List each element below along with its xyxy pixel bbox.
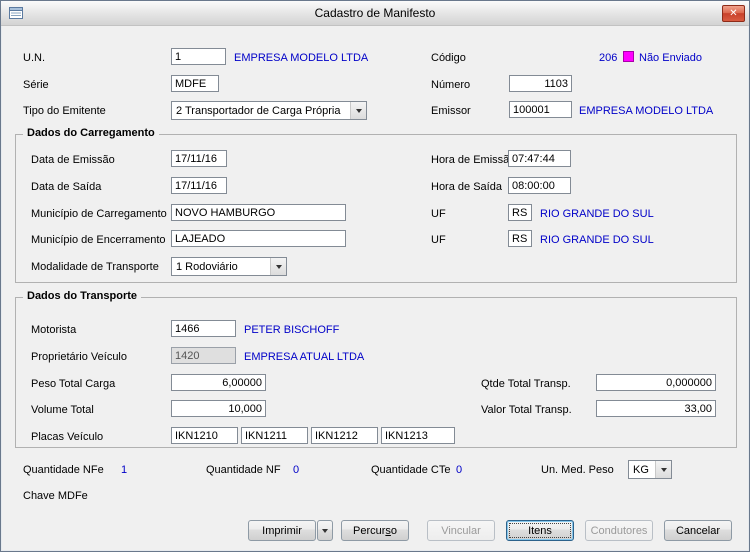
uf-encerramento-label: UF <box>431 234 446 246</box>
qtd-cte-value: 0 <box>456 464 462 476</box>
un-med-peso-label: Un. Med. Peso <box>541 464 614 476</box>
peso-total-input[interactable] <box>171 374 266 391</box>
title-bar[interactable]: Cadastro de Manifesto ✕ <box>1 1 749 26</box>
qtd-nfe-value: 1 <box>121 464 127 476</box>
placa-2-input[interactable] <box>241 427 308 444</box>
modalidade-select[interactable]: 1 Rodoviário <box>171 257 287 276</box>
percurso-button[interactable]: Percurso <box>341 520 409 541</box>
un-label: U.N. <box>23 52 45 64</box>
cancelar-button[interactable]: Cancelar <box>664 520 732 541</box>
un-input[interactable] <box>171 48 226 65</box>
placa-4-input[interactable] <box>381 427 455 444</box>
modalidade-label: Modalidade de Transporte <box>31 261 159 273</box>
chevron-down-icon <box>655 461 671 478</box>
qtd-cte-label: Quantidade CTe <box>371 464 451 476</box>
modalidade-value: 1 Rodoviário <box>176 261 238 273</box>
peso-total-label: Peso Total Carga <box>31 378 115 390</box>
emissor-input[interactable] <box>509 101 572 118</box>
volume-total-input[interactable] <box>171 400 266 417</box>
codigo-value: 206 <box>599 52 617 64</box>
placa-1-input[interactable] <box>171 427 238 444</box>
close-button[interactable]: ✕ <box>722 5 745 22</box>
proprietario-name-text: EMPRESA ATUAL LTDA <box>244 351 364 363</box>
serie-label: Série <box>23 79 49 91</box>
chevron-down-icon <box>270 258 286 275</box>
data-emissao-label: Data de Emissão <box>31 154 115 166</box>
condutores-button: Condutores <box>585 520 653 541</box>
un-med-peso-value: KG <box>633 464 649 476</box>
municipio-encerramento-label: Município de Encerramento <box>31 234 166 246</box>
transporte-group-title: Dados do Transporte <box>23 290 141 302</box>
status-text: Não Enviado <box>639 52 702 64</box>
numero-label: Número <box>431 79 470 91</box>
proprietario-label: Proprietário Veículo <box>31 351 127 363</box>
qtde-total-input[interactable] <box>596 374 716 391</box>
button-label: Percur <box>353 525 385 537</box>
uf-carregamento-name-text: RIO GRANDE DO SUL <box>540 208 654 220</box>
close-icon: ✕ <box>729 8 737 19</box>
qtde-total-label: Qtde Total Transp. <box>481 378 571 390</box>
proprietario-input <box>171 347 236 364</box>
municipio-carregamento-label: Município de Carregamento <box>31 208 167 220</box>
imprimir-dropdown-button[interactable] <box>317 520 333 541</box>
volume-total-label: Volume Total <box>31 404 94 416</box>
serie-input[interactable] <box>171 75 219 92</box>
itens-button[interactable]: Itens <box>506 520 574 541</box>
uf-carregamento-input[interactable] <box>508 204 532 221</box>
hora-emissao-input[interactable] <box>508 150 571 167</box>
numero-input[interactable] <box>509 75 572 92</box>
qtd-nfe-label: Quantidade NFe <box>23 464 104 476</box>
data-emissao-input[interactable] <box>171 150 227 167</box>
transporte-group: Dados do Transporte <box>15 297 737 448</box>
imprimir-button[interactable]: Imprimir <box>248 520 316 541</box>
emissor-name-text: EMPRESA MODELO LTDA <box>579 105 713 117</box>
tipo-emitente-select[interactable]: 2 Transportador de Carga Própria <box>171 101 367 120</box>
manifesto-dialog: Cadastro de Manifesto ✕ U.N. EMPRESA MOD… <box>0 0 750 552</box>
motorista-name-text: PETER BISCHOFF <box>244 324 339 336</box>
uf-carregamento-label: UF <box>431 208 446 220</box>
chevron-down-icon <box>350 102 366 119</box>
qtd-nf-value: 0 <box>293 464 299 476</box>
hora-emissao-label: Hora de Emissão <box>431 154 515 166</box>
valor-total-input[interactable] <box>596 400 716 417</box>
qtd-nf-label: Quantidade NF <box>206 464 281 476</box>
uf-encerramento-name-text: RIO GRANDE DO SUL <box>540 234 654 246</box>
tipo-emitente-label: Tipo do Emitente <box>23 105 106 117</box>
button-label: o <box>391 525 397 537</box>
placas-label: Placas Veículo <box>31 431 103 443</box>
hora-saida-input[interactable] <box>508 177 571 194</box>
placa-3-input[interactable] <box>311 427 378 444</box>
window-title: Cadastro de Manifesto <box>1 6 749 20</box>
emissor-label: Emissor <box>431 105 471 117</box>
codigo-label: Código <box>431 52 466 64</box>
carregamento-group-title: Dados do Carregamento <box>23 127 159 139</box>
uf-encerramento-input[interactable] <box>508 230 532 247</box>
vincular-button: Vincular <box>427 520 495 541</box>
data-saida-label: Data de Saída <box>31 181 101 193</box>
municipio-carregamento-input[interactable] <box>171 204 346 221</box>
motorista-label: Motorista <box>31 324 76 336</box>
un-name-text: EMPRESA MODELO LTDA <box>234 52 368 64</box>
valor-total-label: Valor Total Transp. <box>481 404 572 416</box>
status-square-icon <box>623 51 634 62</box>
tipo-emitente-value: 2 Transportador de Carga Própria <box>176 105 340 117</box>
dropdown-arrow-icon <box>322 529 328 533</box>
data-saida-input[interactable] <box>171 177 227 194</box>
un-med-peso-select[interactable]: KG <box>628 460 672 479</box>
chave-mdfe-label: Chave MDFe <box>23 490 88 502</box>
municipio-encerramento-input[interactable] <box>171 230 346 247</box>
hora-saida-label: Hora de Saída <box>431 181 502 193</box>
motorista-input[interactable] <box>171 320 236 337</box>
